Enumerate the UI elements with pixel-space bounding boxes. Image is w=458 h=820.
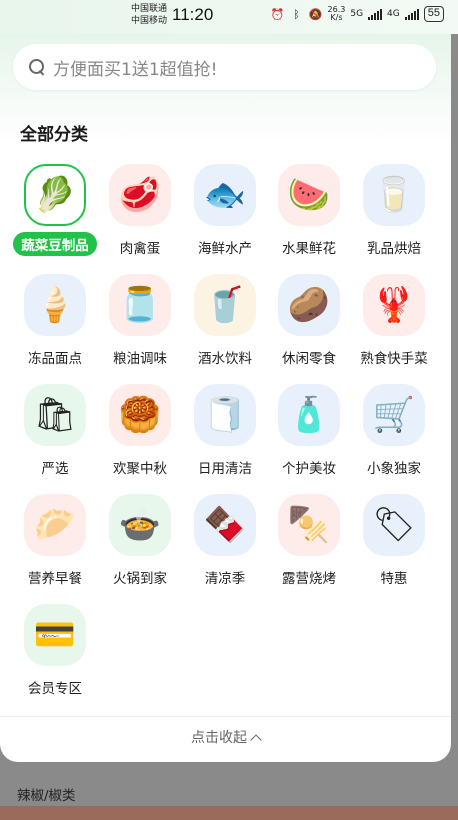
category-label: 日用清洁 — [198, 461, 252, 477]
category-label: 欢聚中秋 — [113, 461, 167, 477]
category-image: 🍲 — [109, 494, 171, 556]
category-label: 酒水饮料 — [198, 351, 252, 367]
category-item[interactable]: 💳 会员专区 — [12, 604, 98, 714]
category-image: 🥩 — [109, 164, 171, 226]
category-label: 休闲零食 — [282, 351, 336, 367]
category-label: 清凉季 — [204, 571, 246, 587]
category-item[interactable]: 🧴 个护美妆 — [266, 384, 352, 494]
category-image: 💳 — [24, 604, 86, 666]
collapse-button[interactable]: 点击收起 — [0, 727, 451, 747]
category-item[interactable]: 🥩 肉禽蛋 — [97, 164, 183, 274]
category-image: 🥟 — [24, 494, 86, 556]
category-label: 个护美妆 — [282, 461, 336, 477]
carrier-info: 中国联通 中国移动 — [131, 3, 167, 27]
category-image: 🦞 — [363, 274, 425, 336]
category-image: 🐟 — [194, 164, 256, 226]
category-image: 🧴 — [278, 384, 340, 446]
net-type-2: 4G — [387, 9, 400, 19]
category-image: 🥔 — [278, 274, 340, 336]
category-image: 🧻 — [194, 384, 256, 446]
category-item[interactable]: 🥔 休闲零食 — [266, 274, 352, 384]
status-icons: ⏰ ᛒ 🔕 26.3 K/s 5G 4G 55 — [271, 6, 444, 22]
category-image: 🍫 — [194, 494, 256, 556]
category-label: 熟食快手菜 — [360, 351, 428, 367]
category-image: 🛒 — [363, 384, 425, 446]
category-image: 🥛 — [363, 164, 425, 226]
category-image: 🍉 — [278, 164, 340, 226]
category-image: 🍢 — [278, 494, 340, 556]
category-panel: 方便面买1送1超值抢! 全部分类 🥬 蔬菜豆制品 🥩 肉禽蛋 🐟 海鲜水产 🍉 水果鲜花 🥛 乳品… — [0, 34, 451, 762]
category-item[interactable]: 🥮 欢聚中秋 — [97, 384, 183, 494]
category-label: 严选 — [41, 461, 69, 477]
background-section-label: 辣椒/椒类 — [17, 788, 76, 804]
signal-icon-1 — [368, 8, 383, 20]
category-item[interactable]: 🥤 酒水饮料 — [182, 274, 268, 384]
category-item[interactable]: 🧻 日用清洁 — [182, 384, 268, 494]
category-label: 特惠 — [380, 571, 408, 587]
category-label: 冻品面点 — [28, 351, 82, 367]
status-time: 11:20 — [172, 5, 214, 24]
divider — [0, 716, 451, 717]
battery-icon: 55 — [423, 6, 444, 22]
category-item[interactable]: 🥛 乳品烘焙 — [351, 164, 437, 274]
category-image: 🥬 — [24, 164, 86, 226]
collapse-label: 点击收起 — [191, 730, 247, 746]
mute-icon: 🔕 — [308, 7, 323, 21]
category-item[interactable]: 🛒 小象独家 — [351, 384, 437, 494]
search-placeholder[interactable]: 方便面买1送1超值抢! — [53, 55, 217, 80]
category-label: 会员专区 — [28, 681, 82, 697]
category-label: 海鲜水产 — [198, 241, 252, 257]
category-label: 火锅到家 — [113, 571, 167, 587]
category-item[interactable]: 🍲 火锅到家 — [97, 494, 183, 604]
category-item[interactable]: 🏷 特惠 — [351, 494, 437, 604]
chevron-up-icon — [250, 734, 262, 746]
bluetooth-icon: ᛒ — [293, 7, 300, 21]
carrier-2: 中国移动 — [131, 16, 168, 26]
category-image: 🍦 — [24, 274, 86, 336]
category-item[interactable]: 🫙 粮油调味 — [97, 274, 183, 384]
category-item[interactable]: 🥟 营养早餐 — [12, 494, 98, 604]
carrier-1: 中国联通 — [131, 4, 168, 14]
category-image: 🏷 — [363, 494, 425, 556]
category-label: 肉禽蛋 — [119, 241, 161, 257]
category-item[interactable]: 🍦 冻品面点 — [12, 274, 98, 384]
category-label: 蔬菜豆制品 — [13, 232, 97, 256]
search-icon — [27, 57, 47, 77]
net-speed: 26.3 K/s — [327, 5, 346, 22]
category-image: 🛍 — [24, 384, 86, 446]
category-label: 小象独家 — [367, 461, 421, 477]
category-image: 🥮 — [109, 384, 171, 446]
category-item[interactable]: 🍫 清凉季 — [182, 494, 268, 604]
alarm-icon: ⏰ — [270, 7, 285, 21]
net-type-1: 5G — [350, 9, 364, 19]
backdrop-edge — [451, 34, 458, 762]
category-image: 🫙 — [109, 274, 171, 336]
category-label: 乳品烘焙 — [367, 241, 421, 257]
category-item[interactable]: 🛍 严选 — [12, 384, 98, 494]
category-label: 营养早餐 — [28, 571, 82, 587]
category-label: 露营烧烤 — [282, 571, 336, 587]
search-bar[interactable]: 方便面买1送1超值抢! — [13, 44, 436, 90]
category-item[interactable]: 🐟 海鲜水产 — [182, 164, 268, 274]
signal-icon-2 — [404, 8, 419, 20]
category-item[interactable]: 🍉 水果鲜花 — [266, 164, 352, 274]
category-item[interactable]: 🍢 露营烧烤 — [266, 494, 352, 604]
status-bar: 中国联通 中国移动 11:20 ⏰ ᛒ 🔕 26.3 K/s 5G 4G 55 — [0, 0, 458, 34]
background-strip — [0, 806, 458, 820]
category-item[interactable]: 🦞 熟食快手菜 — [351, 274, 437, 384]
category-image: 🥤 — [194, 274, 256, 336]
category-label: 粮油调味 — [113, 351, 167, 367]
category-item[interactable]: 🥬 蔬菜豆制品 — [12, 164, 98, 274]
category-label: 水果鲜花 — [282, 241, 336, 257]
section-title: 全部分类 — [20, 125, 88, 145]
